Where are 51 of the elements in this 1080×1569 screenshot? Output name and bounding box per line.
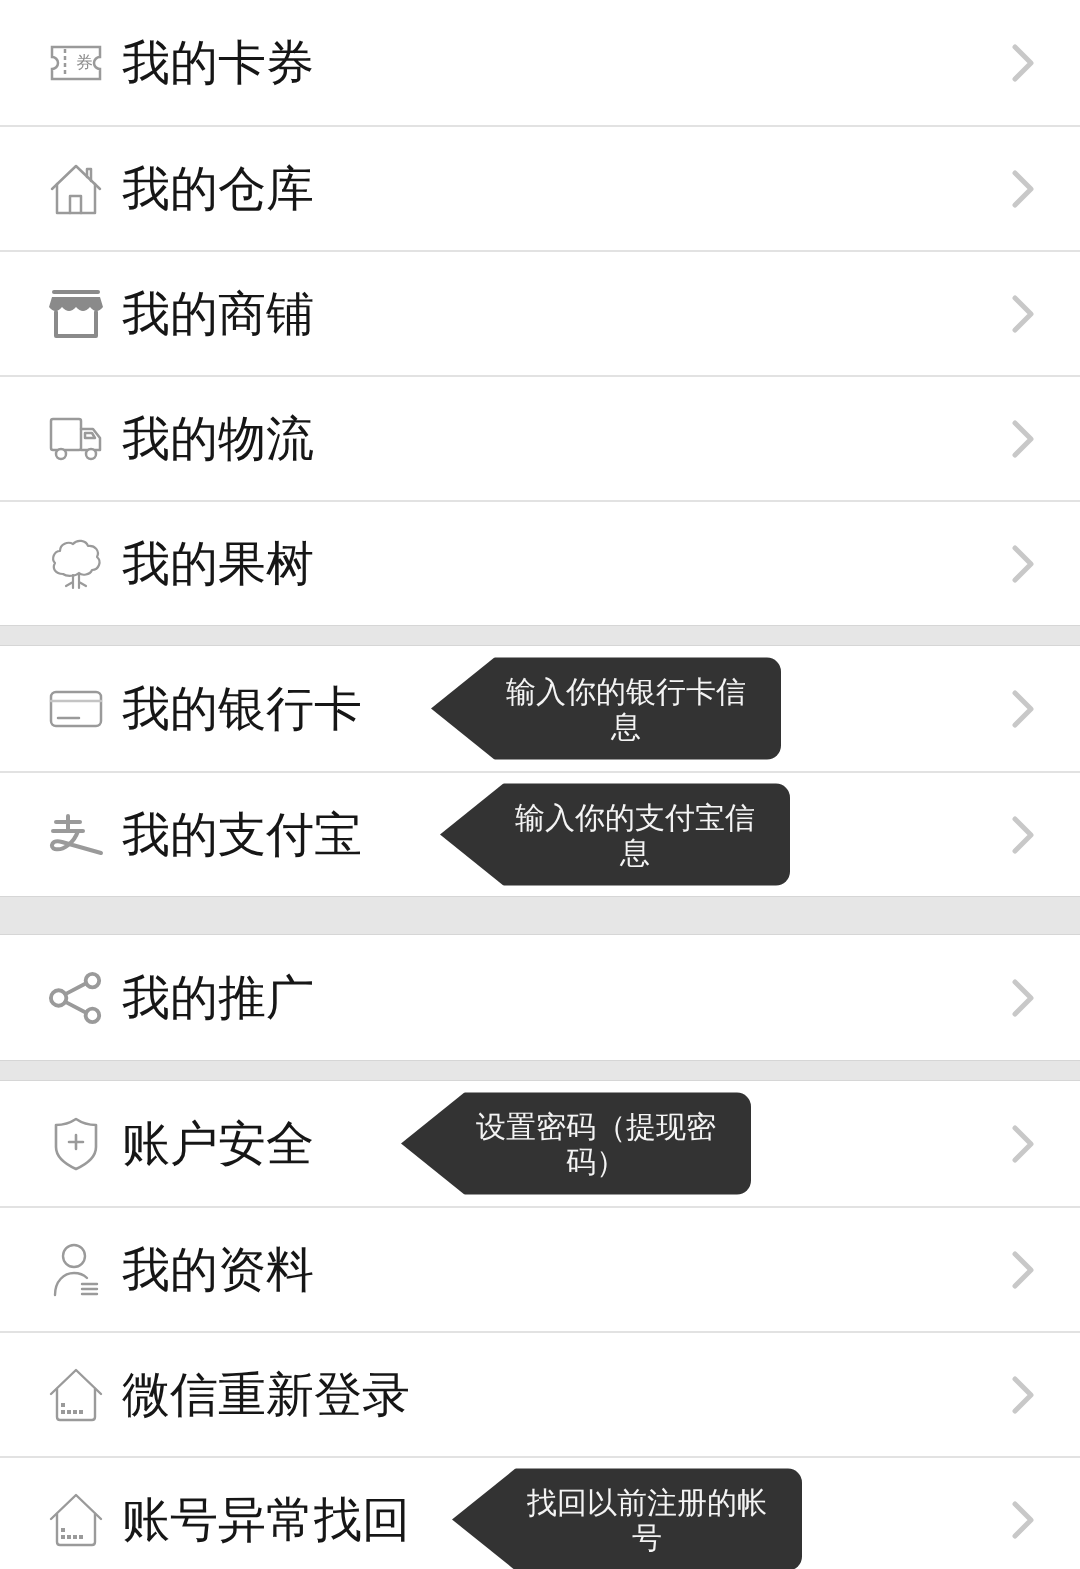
menu-item[interactable]: 微信重新登录	[0, 1331, 1080, 1456]
chevron-right-icon	[1012, 43, 1034, 82]
menu-item[interactable]: 账号异常找回 找回以前注册的帐号	[0, 1456, 1080, 1569]
house-dots-icon	[49, 1367, 103, 1422]
chevron-right-icon	[1012, 689, 1034, 728]
menu-item[interactable]: 我的支付宝 输入你的支付宝信息	[0, 771, 1080, 896]
menu-label: 账号异常找回	[122, 1490, 410, 1549]
tooltip: 输入你的支付宝信息	[440, 783, 790, 886]
menu-label: 我的物流	[122, 409, 314, 468]
menu-item[interactable]: 我的银行卡 输入你的银行卡信息	[0, 646, 1080, 771]
menu-item[interactable]: 我的推广	[0, 935, 1080, 1060]
menu-label: 我的推广	[122, 968, 314, 1027]
menu-label: 我的银行卡	[122, 679, 362, 738]
chevron-right-icon	[1012, 815, 1034, 854]
payment-logo-icon	[48, 813, 104, 856]
menu-item[interactable]: 我的果树	[0, 500, 1080, 625]
menu-label: 账户安全	[122, 1114, 314, 1173]
chevron-right-icon	[1012, 1124, 1034, 1163]
menu-label: 我的卡券	[122, 33, 314, 92]
chevron-right-icon	[1012, 419, 1034, 458]
tooltip: 设置密码（提现密码）	[401, 1092, 751, 1195]
menu-label: 我的果树	[122, 534, 314, 593]
menu-item[interactable]: 我的仓库	[0, 125, 1080, 250]
menu-item[interactable]: 账户安全 设置密码（提现密码）	[0, 1081, 1080, 1206]
user-profile-icon	[52, 1241, 100, 1298]
chevron-right-icon	[1012, 978, 1034, 1017]
tooltip: 找回以前注册的帐号	[452, 1468, 802, 1569]
chevron-right-icon	[1012, 294, 1034, 333]
menu-item[interactable]: 我的资料	[0, 1206, 1080, 1331]
shield-plus-icon	[53, 1115, 99, 1172]
chevron-right-icon	[1012, 1375, 1034, 1414]
ticket-icon-label: 券	[76, 54, 93, 71]
menu-label: 微信重新登录	[122, 1365, 410, 1424]
chevron-right-icon	[1012, 169, 1034, 208]
card-icon	[49, 689, 103, 728]
truck-icon	[49, 415, 103, 462]
menu-item[interactable]: 我的商铺	[0, 250, 1080, 375]
tooltip: 输入你的银行卡信息	[431, 657, 781, 760]
chevron-right-icon	[1012, 544, 1034, 583]
tree-icon	[49, 537, 103, 590]
storefront-icon	[48, 288, 104, 339]
menu-label: 我的支付宝	[122, 805, 362, 864]
chevron-right-icon	[1012, 1250, 1034, 1289]
chevron-right-icon	[1012, 1500, 1034, 1539]
house-dots-icon	[49, 1492, 103, 1547]
menu-label: 我的仓库	[122, 159, 314, 218]
menu-item[interactable]: 券 我的卡券	[0, 0, 1080, 125]
menu-item[interactable]: 我的物流	[0, 375, 1080, 500]
share-icon	[48, 969, 104, 1026]
menu-label: 我的资料	[122, 1240, 314, 1299]
menu-label: 我的商铺	[122, 284, 314, 343]
